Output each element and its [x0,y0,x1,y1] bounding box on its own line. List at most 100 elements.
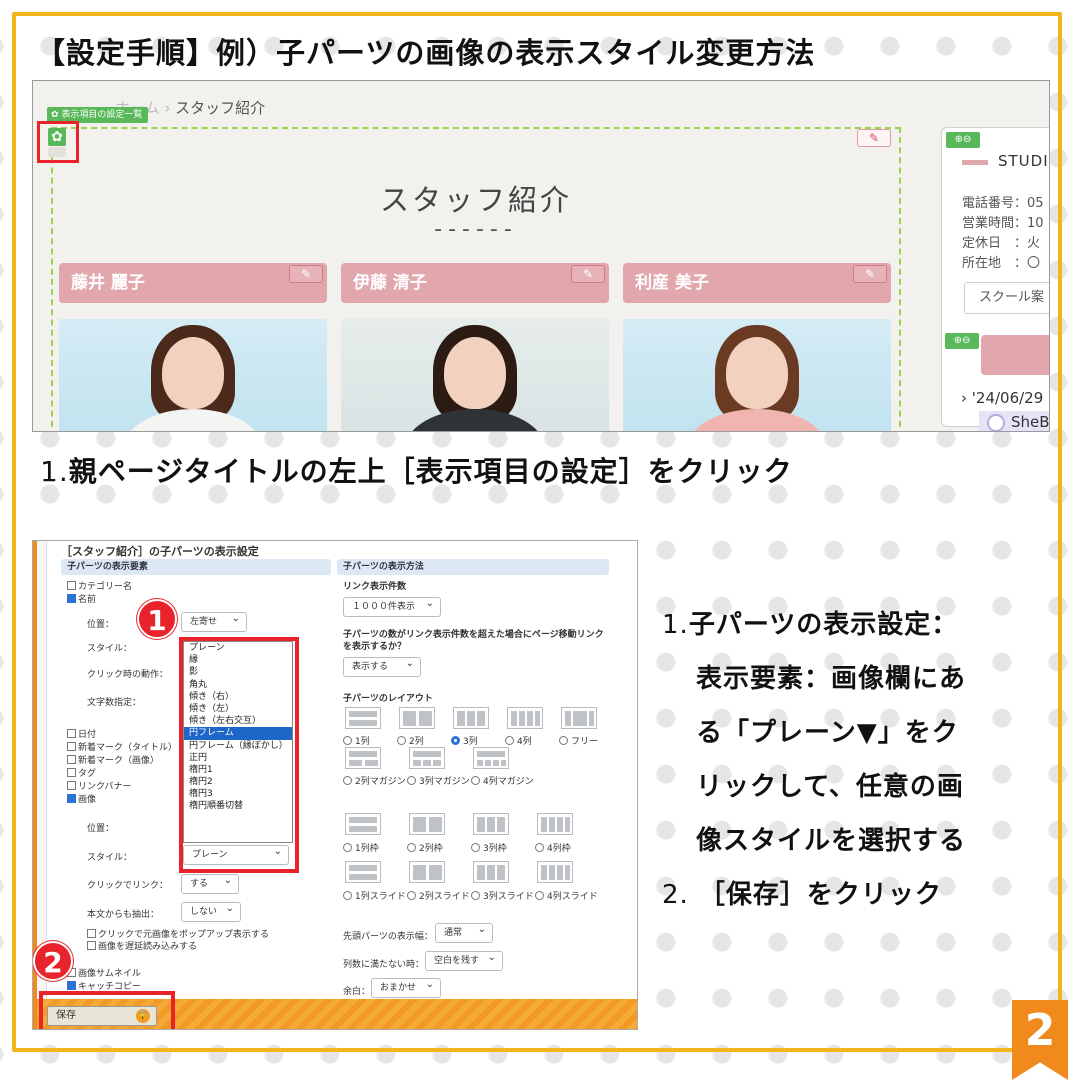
extract-select[interactable]: しない [181,900,241,922]
staff-card-2[interactable]: 伊藤 清子 ✎ [341,263,609,303]
step-1-line-2: 表示要素：画像欄にあ [696,664,967,694]
position-select[interactable]: 左寄せ [181,610,247,632]
checkbox-link-banner[interactable]: リンクバナー [67,779,132,792]
step-1-line-1: 子パーツの表示設定： [688,610,959,640]
layout-4mag-icon[interactable] [473,747,509,769]
layout-2slide-icon[interactable] [409,861,445,883]
gear-icon[interactable]: ✿ [48,128,66,146]
staff-photo-1 [59,319,327,431]
staff-photo-3 [623,319,891,431]
image-click-select[interactable]: する [181,872,239,894]
layout-3frame-icon[interactable] [473,813,509,835]
checkbox-new-title[interactable]: 新着マーク（タイトル） [67,740,177,753]
checkbox-tag[interactable]: タグ [67,766,96,779]
margin-select[interactable]: おまかせ [371,976,441,998]
settings-title: ［スタッフ紹介］の子パーツの表示設定 [61,545,259,558]
layout-1slide-icon[interactable] [345,861,381,883]
step-1-line-4: リックして、任意の画 [696,772,964,802]
highlight-box-style [179,637,299,873]
layout-radio-4frame[interactable]: 4列枠 [535,841,571,854]
screenshot-child-parts-settings: ［スタッフ紹介］の子パーツの表示設定 子パーツの表示要素 子パーツの表示方法 カ… [32,540,638,1030]
layout-radio-2frame[interactable]: 2列枠 [407,841,443,854]
school-guide-button[interactable]: スクール案 [964,282,1049,314]
layout-radio-3frame[interactable]: 3列枠 [471,841,507,854]
edit-title-button[interactable]: ✎ [857,129,891,147]
short-cols-select[interactable]: 空白を残す [425,949,503,971]
panel-controls[interactable]: ⊕⊖ [946,132,980,148]
style-label: スタイル： [87,644,133,654]
checkbox-new-image[interactable]: 新着マーク（画像） [67,753,159,766]
checkbox-date[interactable]: 日付 [67,727,96,740]
char-count-label: 文字数指定： [87,698,142,708]
checkbox-lazy[interactable]: 画像を遅延読み込みする [87,939,197,952]
title-divider: ------ [434,217,518,242]
name-label: 名前 [78,595,97,605]
staff-name-2: 伊藤 清子 [353,273,427,293]
paging-question: 子パーツの数がリンク表示件数を超えた場合にページ移動リンクを表示するか？ [343,630,604,652]
left-column-header: 子パーツの表示要素 [61,559,331,575]
layout-radio-1slide[interactable]: 1列スライド [343,889,406,902]
layout-2frame-icon[interactable] [409,813,445,835]
step-1-line-3: る「プレーン▼」をク [696,718,959,748]
staff-section: スタッフ紹介 ------ ✎ 藤井 麗子 ✎ 伊藤 清子 ✎ 利産 美子 ✎ [51,127,901,431]
staff-card-3[interactable]: 利産 美子 ✎ [623,263,891,303]
link-count-select[interactable]: １０００件表示 [343,595,441,617]
gear-under-icon [48,147,66,157]
panel-controls-2[interactable]: ⊕⊖ [945,333,979,349]
side-pink-block[interactable] [981,335,1049,375]
layout-4col-icon[interactable] [507,707,543,729]
layout-radio-2slide[interactable]: 2列スライド [407,889,470,902]
layout-2mag-icon[interactable] [345,747,381,769]
step-1-num: 1. [662,610,689,640]
extract-label: 本文からも抽出： [87,910,160,920]
margin-label: 余白： [343,987,371,997]
edit-staff-1-button[interactable]: ✎ [289,265,323,283]
checkbox-thumbnail[interactable]: 画像サムネイル [67,966,141,979]
layout-4slide-icon[interactable] [537,861,573,883]
checkbox-image[interactable]: 画像 [67,792,96,805]
lead-width-select[interactable]: 通常 [435,921,493,943]
edit-staff-3-button[interactable]: ✎ [853,265,887,283]
image-style-label: スタイル： [87,853,133,863]
checkbox-name[interactable]: 名前 [67,592,96,605]
layout-3mag-icon[interactable] [409,747,445,769]
layout-radio-free[interactable]: フリー [559,734,598,747]
layout-radio-3col[interactable]: 3列 [451,734,478,747]
layout-radio-1col[interactable]: 1列 [343,734,370,747]
layout-2col-icon[interactable] [399,707,435,729]
layout-radio-1frame[interactable]: 1列枠 [343,841,379,854]
lead-width-label: 先頭パーツの表示幅： [343,932,433,942]
studio-info-panel: ⊕⊖ STUDI 電話番号：05 営業時間：10 定休日 ：火 所在地 ：〇 ス… [941,127,1049,427]
display-settings-highlight: ✿ [37,121,79,163]
layout-radio-2mag[interactable]: 2列マガジン [343,774,406,787]
layout-radio-4slide[interactable]: 4列スライド [535,889,598,902]
news-date-text: '24/06/29 [971,389,1044,407]
checkbox-category[interactable]: カテゴリー名 [67,579,132,592]
step-badge-1: 1 [137,599,177,639]
layout-label: 子パーツのレイアウト [343,694,433,704]
layout-radio-3mag[interactable]: 3列マガジン [407,774,470,787]
layout-radio-4col[interactable]: 4列 [505,734,532,747]
news-item[interactable]: SheB [979,411,1049,431]
news-date[interactable]: › '24/06/29 [961,389,1043,407]
layout-3col-icon[interactable] [453,707,489,729]
display-settings-tag-label: 表示項目の設定一覧 [61,110,143,120]
layout-4frame-icon[interactable] [537,813,573,835]
layout-1frame-icon[interactable] [345,813,381,835]
layout-radio-2col[interactable]: 2列 [397,734,424,747]
paging-select[interactable]: 表示する [343,655,421,677]
category-label: カテゴリー名 [78,582,133,592]
layout-1col-icon[interactable] [345,707,381,729]
edit-staff-2-button[interactable]: ✎ [571,265,605,283]
layout-radio-4mag[interactable]: 4列マガジン [471,774,534,787]
studio-hours: 営業時間：10 [962,216,1044,231]
layout-3slide-icon[interactable] [473,861,509,883]
step-2-text: ［保存］をクリック [698,880,942,910]
layout-free-icon[interactable] [561,707,597,729]
staff-card-1[interactable]: 藤井 麗子 ✎ [59,263,327,303]
click-action-label: クリック時の動作： [87,670,169,680]
layout-radio-3slide[interactable]: 3列スライド [471,889,534,902]
staff-name-3: 利産 美子 [635,273,709,293]
studio-closed: 定休日 ：火 [962,236,1041,251]
image-click-label: クリックでリンク： [87,881,169,891]
